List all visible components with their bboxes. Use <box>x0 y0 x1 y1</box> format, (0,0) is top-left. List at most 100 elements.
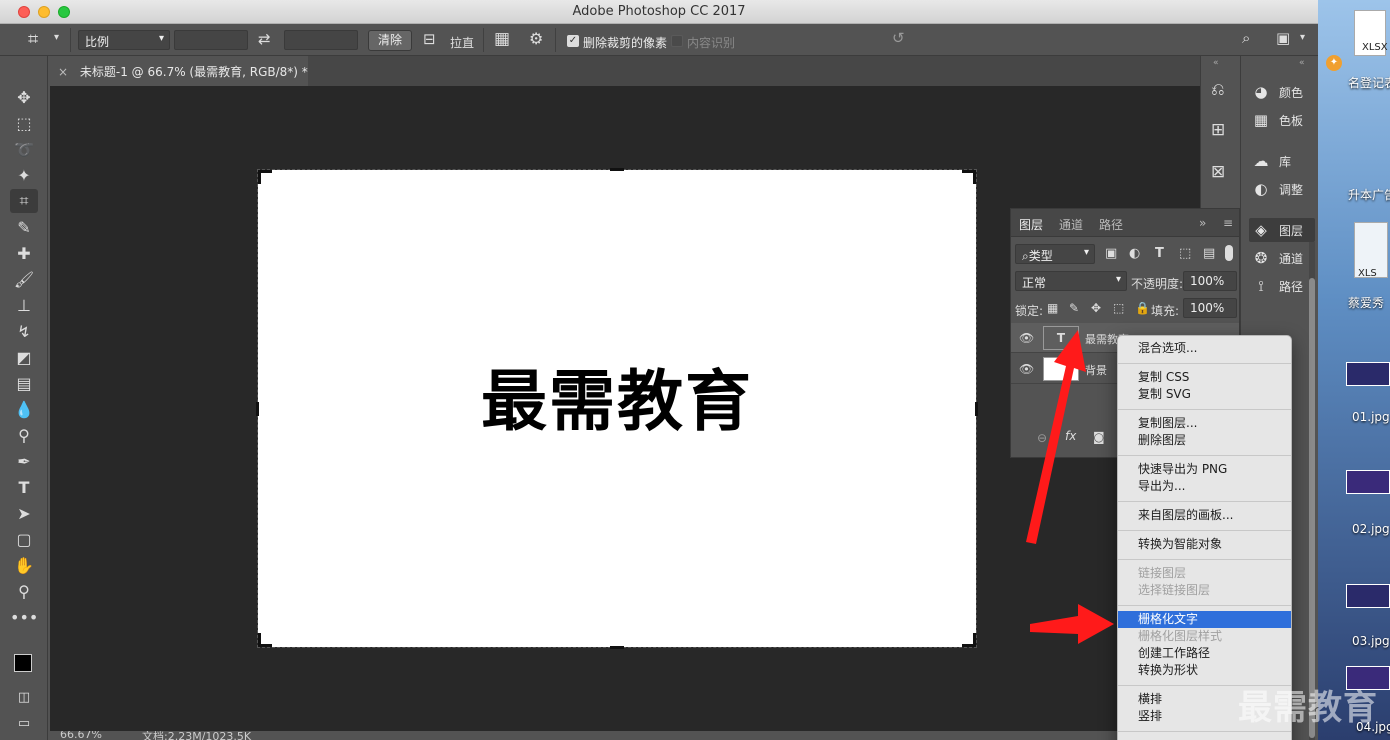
lock-position-icon[interactable]: ✥ <box>1091 301 1101 315</box>
dock-item-paths[interactable]: ⟟ 路径 <box>1249 274 1315 298</box>
layer-mask-icon[interactable]: ◙ <box>1093 430 1105 444</box>
magic-wand-tool-icon[interactable]: ✦ <box>10 164 38 188</box>
crop-handle[interactable] <box>610 168 624 171</box>
lock-artboard-icon[interactable]: ⬚ <box>1113 301 1124 315</box>
menu-item-artboard-from-layers[interactable]: 来自图层的画板... <box>1118 507 1291 524</box>
more-tools-icon[interactable]: ••• <box>10 606 38 630</box>
document-canvas[interactable]: 最需教育 <box>256 168 978 649</box>
blend-mode-select[interactable]: 正常 ▾ <box>1015 271 1127 291</box>
crop-handle[interactable] <box>256 402 259 416</box>
overlay-grid-icon[interactable]: ▦ <box>494 29 510 49</box>
tab-layers[interactable]: 图层 <box>1019 216 1043 233</box>
filter-smart-object-icon[interactable]: ▤ <box>1203 246 1215 261</box>
tab-paths[interactable]: 路径 <box>1099 216 1123 233</box>
image-thumbnail[interactable] <box>1346 470 1390 494</box>
dock-scrollbar-thumb[interactable] <box>1309 278 1315 738</box>
desktop-file-label[interactable]: 升本广告 <box>1348 186 1390 203</box>
screen-mode-icon[interactable]: ▭ <box>10 712 38 736</box>
dock-item-libraries[interactable]: ☁ 库 <box>1249 149 1315 173</box>
eyedropper-tool-icon[interactable]: ✎ <box>10 216 38 240</box>
filter-toggle[interactable] <box>1225 245 1233 261</box>
filter-type-icon[interactable]: T <box>1155 246 1164 261</box>
desktop-file-label[interactable]: 蔡爱秀 <box>1348 294 1384 311</box>
menu-item-rasterize-type[interactable]: 栅格化文字 <box>1118 611 1291 628</box>
visibility-eye-icon[interactable]: 👁 <box>1019 362 1034 376</box>
menu-item-create-work-path[interactable]: 创建工作路径 <box>1118 645 1291 662</box>
desktop-file-label[interactable]: XLSX <box>1362 42 1388 53</box>
crop-handle[interactable] <box>610 646 624 649</box>
collapse-dock-icon[interactable]: « <box>1299 58 1305 68</box>
gradient-tool-icon[interactable]: ▤ <box>10 372 38 396</box>
eraser-tool-icon[interactable]: ◩ <box>10 346 38 370</box>
link-layers-icon[interactable]: ⊖ <box>1037 431 1047 445</box>
ratio-select[interactable]: 比例 ▾ <box>78 30 170 50</box>
menu-item-convert-to-shape[interactable]: 转换为形状 <box>1118 662 1291 679</box>
zoom-level[interactable]: 66.67% <box>60 731 102 740</box>
dock-item-channels[interactable]: ❂ 通道 <box>1249 246 1315 270</box>
panel-menu-icon[interactable]: ≡ <box>1223 216 1233 230</box>
clone-stamp-tool-icon[interactable]: ⊥ <box>10 294 38 318</box>
menu-item-copy-css[interactable]: 复制 CSS <box>1118 369 1291 386</box>
desktop-file-label[interactable]: 名登记表 <box>1348 74 1390 91</box>
menu-item-export-as[interactable]: 导出为... <box>1118 478 1291 495</box>
height-input[interactable] <box>284 30 358 50</box>
canvas-text[interactable]: 最需教育 <box>258 348 976 444</box>
dock-item-adjustments[interactable]: ◐ 调整 <box>1249 177 1315 201</box>
dock-item-layers[interactable]: ◈ 图层 <box>1249 218 1315 242</box>
layer-filter-select[interactable]: ⌕类型 ▾ <box>1015 244 1095 264</box>
document-tab[interactable]: × 未标题-1 @ 66.7% (最需教育, RGB/8*) * <box>50 56 308 86</box>
menu-item-blending-options[interactable]: 混合选项... <box>1118 340 1291 357</box>
tab-channels[interactable]: 通道 <box>1059 216 1083 233</box>
lasso-tool-icon[interactable]: ➰ <box>10 138 38 162</box>
quick-mask-icon[interactable]: ◫ <box>10 686 38 710</box>
zoom-tool-icon[interactable]: ⚲ <box>10 580 38 604</box>
image-thumbnail[interactable] <box>1346 362 1390 386</box>
opacity-input[interactable]: 100% <box>1183 271 1237 291</box>
dodge-tool-icon[interactable]: ⚲ <box>10 424 38 448</box>
workspace-icon[interactable]: ▣ <box>1276 29 1290 47</box>
notification-icon[interactable]: ✦ <box>1326 55 1342 71</box>
foreground-color-swatch[interactable] <box>14 654 32 672</box>
desktop-file-label[interactable]: 02.jpg <box>1352 522 1390 536</box>
desktop-file-label[interactable]: 01.jpg <box>1352 410 1390 424</box>
properties-panel-icon[interactable]: ⊞ <box>1211 120 1225 140</box>
delete-cropped-checkbox[interactable]: ✓ <box>567 35 579 47</box>
move-tool-icon[interactable]: ✥ <box>10 86 38 110</box>
menu-item-delete-layer[interactable]: 删除图层 <box>1118 432 1291 449</box>
type-tool-icon[interactable]: T <box>10 476 38 500</box>
crop-handle[interactable] <box>258 170 272 184</box>
filter-shape-icon[interactable]: ⬚ <box>1179 246 1191 261</box>
rectangle-tool-icon[interactable]: ▢ <box>10 528 38 552</box>
healing-brush-tool-icon[interactable]: ✚ <box>10 242 38 266</box>
fill-input[interactable]: 100% <box>1183 298 1237 318</box>
filter-adjustment-icon[interactable]: ◐ <box>1129 246 1140 261</box>
fx-icon[interactable]: fx <box>1065 429 1076 443</box>
dock-item-color[interactable]: ◕ 颜色 <box>1249 80 1315 104</box>
search-icon[interactable]: ⌕ <box>1242 29 1250 47</box>
crop-tool-icon[interactable]: ⌗ <box>10 189 38 213</box>
width-input[interactable] <box>174 30 248 50</box>
reset-icon[interactable]: ↺ <box>892 29 905 47</box>
crop-handle[interactable] <box>962 633 976 647</box>
collapse-dock-icon[interactable]: « <box>1213 58 1219 68</box>
visibility-eye-icon[interactable]: 👁 <box>1019 331 1034 345</box>
desktop-file-label[interactable]: XLS <box>1358 268 1377 279</box>
content-aware-checkbox[interactable] <box>671 35 683 47</box>
marquee-tool-icon[interactable]: ⬚ <box>10 112 38 136</box>
gear-icon[interactable]: ⚙ <box>529 29 543 48</box>
desktop-file-label[interactable]: 03.jpg <box>1352 634 1390 648</box>
menu-item-convert-to-smart-object[interactable]: 转换为智能对象 <box>1118 536 1291 553</box>
chevron-down-icon[interactable]: ▾ <box>1300 32 1305 43</box>
menu-item-quick-export-png[interactable]: 快速导出为 PNG <box>1118 461 1291 478</box>
close-tab-icon[interactable]: × <box>58 65 68 79</box>
lock-transparent-icon[interactable]: ▦ <box>1047 301 1058 315</box>
straighten-label[interactable]: 拉直 <box>450 34 474 51</box>
crop-tool-preset-icon[interactable]: ⌗ <box>28 29 38 50</box>
expand-icon[interactable]: » <box>1199 216 1206 230</box>
blur-tool-icon[interactable]: 💧 <box>10 398 38 422</box>
dock-item-swatches[interactable]: ▦ 色板 <box>1249 108 1315 132</box>
crop-handle[interactable] <box>258 633 272 647</box>
history-brush-tool-icon[interactable]: ↯ <box>10 320 38 344</box>
swap-dimensions-icon[interactable]: ⇄ <box>258 30 271 48</box>
paragraph-panel-icon[interactable]: ⊠ <box>1211 162 1225 182</box>
